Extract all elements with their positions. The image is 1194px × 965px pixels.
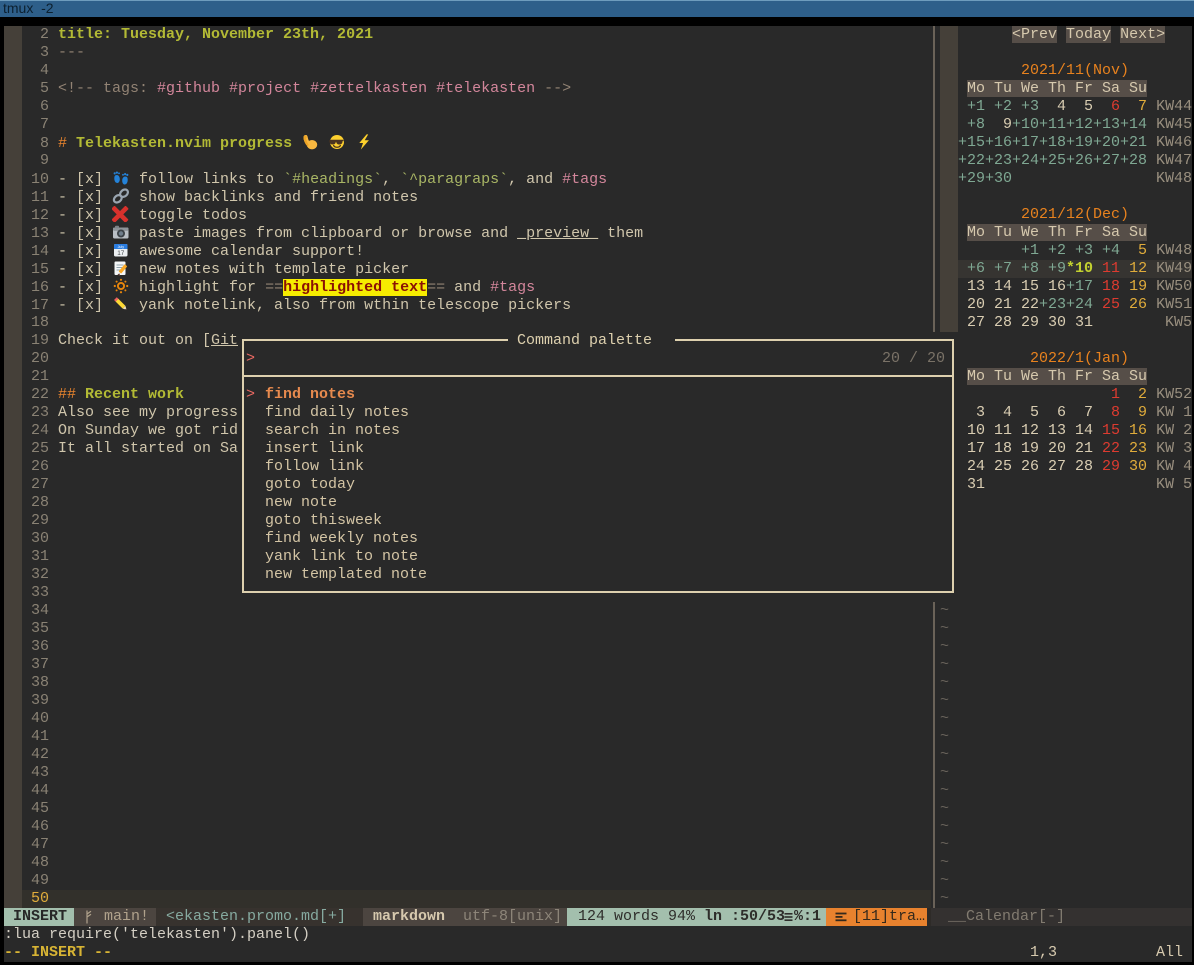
svg-text:17: 17 [117, 250, 125, 257]
svg-text:July: July [118, 245, 125, 249]
